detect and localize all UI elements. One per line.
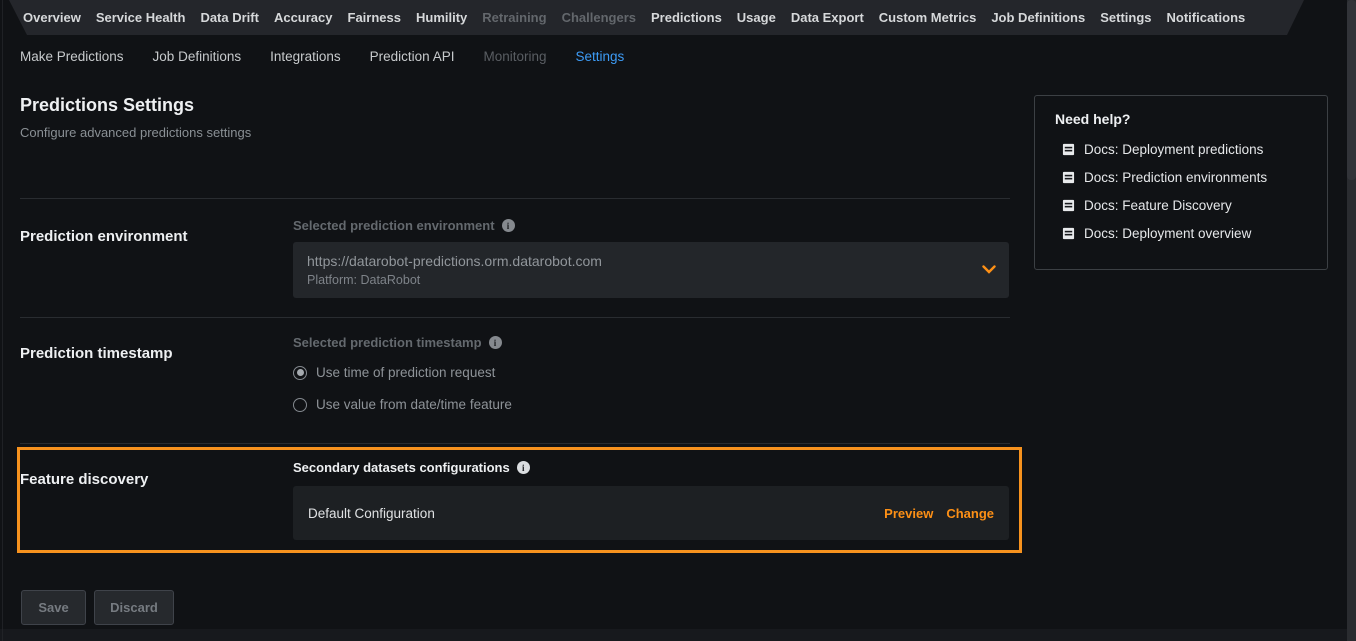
tab-data-drift[interactable]: Data Drift (200, 10, 259, 25)
tab-fairness[interactable]: Fairness (348, 10, 401, 25)
selected-prediction-timestamp-label: Selected prediction timestamp i (293, 335, 502, 350)
prediction-environment-url: https://datarobot-predictions.orm.dataro… (307, 253, 969, 269)
tab-retraining: Retraining (482, 10, 546, 25)
tab-overview[interactable]: Overview (23, 10, 81, 25)
help-link-label: Docs: Prediction environments (1084, 170, 1267, 185)
book-icon (1062, 143, 1075, 156)
tab-notifications[interactable]: Notifications (1167, 10, 1246, 25)
subtab-settings[interactable]: Settings (575, 49, 624, 64)
subtab-integrations[interactable]: Integrations (270, 49, 341, 64)
help-link-prediction-environments[interactable]: Docs: Prediction environments (1062, 170, 1327, 185)
predictions-subnav: Make Predictions Job Definitions Integra… (20, 45, 624, 67)
radio-circle-icon (293, 366, 307, 380)
chevron-down-icon (982, 265, 996, 274)
secondary-datasets-config-row: Default Configuration Preview Change (293, 486, 1009, 540)
tab-humility[interactable]: Humility (416, 10, 467, 25)
help-link-feature-discovery[interactable]: Docs: Feature Discovery (1062, 198, 1327, 213)
book-icon (1062, 227, 1075, 240)
radio-use-time-of-prediction-request[interactable]: Use time of prediction request (293, 365, 495, 380)
tab-data-export[interactable]: Data Export (791, 10, 864, 25)
info-icon[interactable]: i (517, 461, 530, 474)
selected-prediction-environment-label: Selected prediction environment i (293, 218, 515, 233)
section-divider (20, 198, 1010, 199)
tab-custom-metrics[interactable]: Custom Metrics (879, 10, 977, 25)
radio-use-value-from-datetime-feature[interactable]: Use value from date/time feature (293, 397, 512, 412)
prediction-environment-platform: Platform: DataRobot (307, 273, 969, 287)
tab-settings[interactable]: Settings (1100, 10, 1151, 25)
help-link-label: Docs: Deployment predictions (1084, 142, 1263, 157)
footer-strip (0, 629, 1347, 641)
tab-usage[interactable]: Usage (737, 10, 776, 25)
tab-challengers: Challengers (562, 10, 636, 25)
info-icon[interactable]: i (502, 219, 515, 232)
prediction-environment-heading: Prediction environment (20, 228, 188, 245)
book-icon (1062, 171, 1075, 184)
subtab-monitoring: Monitoring (483, 49, 546, 64)
need-help-panel: Need help? Docs: Deployment predictions … (1034, 95, 1328, 270)
deployment-nav: Overview Service Health Data Drift Accur… (0, 0, 1304, 35)
secondary-datasets-configurations-label: Secondary datasets configurations i (293, 460, 530, 475)
preview-button[interactable]: Preview (884, 506, 933, 521)
subtab-make-predictions[interactable]: Make Predictions (20, 49, 124, 64)
scrollbar-thumb[interactable] (1347, 0, 1356, 180)
help-link-deployment-overview[interactable]: Docs: Deployment overview (1062, 226, 1327, 241)
page-header: Predictions Settings Configure advanced … (20, 94, 251, 140)
field-label-text: Selected prediction timestamp (293, 335, 482, 350)
section-divider (20, 443, 1010, 444)
left-edge-divider (2, 0, 3, 641)
tab-predictions[interactable]: Predictions (651, 10, 722, 25)
radio-label: Use time of prediction request (316, 365, 495, 380)
info-icon[interactable]: i (489, 336, 502, 349)
book-icon (1062, 199, 1075, 212)
tab-job-definitions[interactable]: Job Definitions (991, 10, 1085, 25)
prediction-timestamp-heading: Prediction timestamp (20, 345, 173, 362)
change-button[interactable]: Change (946, 506, 994, 521)
feature-discovery-heading: Feature discovery (20, 471, 148, 488)
need-help-title: Need help? (1055, 111, 1327, 127)
radio-label: Use value from date/time feature (316, 397, 512, 412)
help-link-label: Docs: Feature Discovery (1084, 198, 1232, 213)
radio-circle-icon (293, 398, 307, 412)
tab-service-health[interactable]: Service Health (96, 10, 186, 25)
help-link-deployment-predictions[interactable]: Docs: Deployment predictions (1062, 142, 1327, 157)
tab-accuracy[interactable]: Accuracy (274, 10, 333, 25)
config-name: Default Configuration (308, 506, 435, 521)
page-subtitle: Configure advanced predictions settings (20, 125, 251, 140)
prediction-environment-select[interactable]: https://datarobot-predictions.orm.dataro… (293, 242, 1009, 298)
page-title: Predictions Settings (20, 94, 251, 116)
save-button[interactable]: Save (21, 590, 86, 625)
section-divider (20, 317, 1010, 318)
help-link-label: Docs: Deployment overview (1084, 226, 1251, 241)
subtab-job-definitions[interactable]: Job Definitions (153, 49, 242, 64)
field-label-text: Selected prediction environment (293, 218, 495, 233)
subtab-prediction-api[interactable]: Prediction API (370, 49, 455, 64)
discard-button[interactable]: Discard (94, 590, 174, 625)
field-label-text: Secondary datasets configurations (293, 460, 510, 475)
